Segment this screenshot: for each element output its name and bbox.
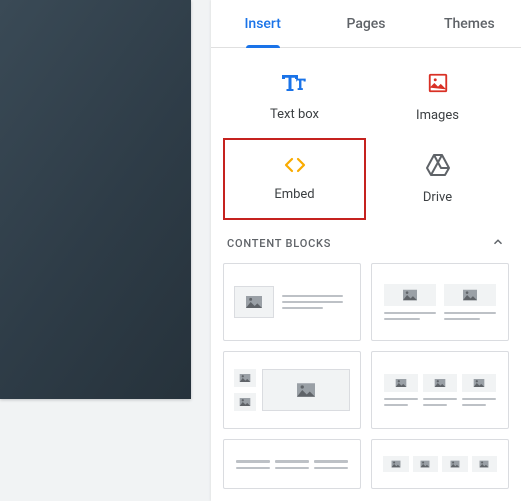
tool-label: Text box <box>270 107 319 122</box>
tool-drive[interactable]: Drive <box>366 138 509 220</box>
tab-label: Themes <box>444 16 495 32</box>
content-blocks-header[interactable]: CONTENT BLOCKS <box>211 220 521 263</box>
tool-label: Embed <box>274 187 314 202</box>
content-block[interactable] <box>223 263 361 341</box>
tab-themes[interactable]: Themes <box>418 0 521 47</box>
side-panel: Insert Pages Themes Text box <box>211 0 521 501</box>
tab-pages[interactable]: Pages <box>314 0 417 47</box>
canvas-area <box>0 0 211 501</box>
content-block[interactable] <box>371 263 509 341</box>
image-icon <box>427 72 449 98</box>
content-blocks-grid <box>211 263 521 489</box>
embed-icon <box>283 157 307 177</box>
content-block[interactable] <box>371 439 509 489</box>
tool-label: Drive <box>423 190 452 205</box>
tab-label: Pages <box>346 16 385 32</box>
text-box-icon <box>282 73 308 97</box>
drive-icon <box>426 154 450 180</box>
tool-embed[interactable]: Embed <box>223 138 366 220</box>
page-canvas[interactable] <box>0 0 191 399</box>
chevron-up-icon <box>491 234 505 253</box>
content-block[interactable] <box>371 351 509 429</box>
tabs: Insert Pages Themes <box>211 0 521 48</box>
tab-insert[interactable]: Insert <box>211 0 314 47</box>
content-block[interactable] <box>223 439 361 489</box>
tool-text-box[interactable]: Text box <box>223 56 366 138</box>
tool-label: Images <box>416 108 459 123</box>
insert-tools: Text box Images Embed <box>211 48 521 220</box>
tab-label: Insert <box>244 16 280 32</box>
tool-images[interactable]: Images <box>366 56 509 138</box>
content-block[interactable] <box>223 351 361 429</box>
section-title: CONTENT BLOCKS <box>227 237 331 250</box>
